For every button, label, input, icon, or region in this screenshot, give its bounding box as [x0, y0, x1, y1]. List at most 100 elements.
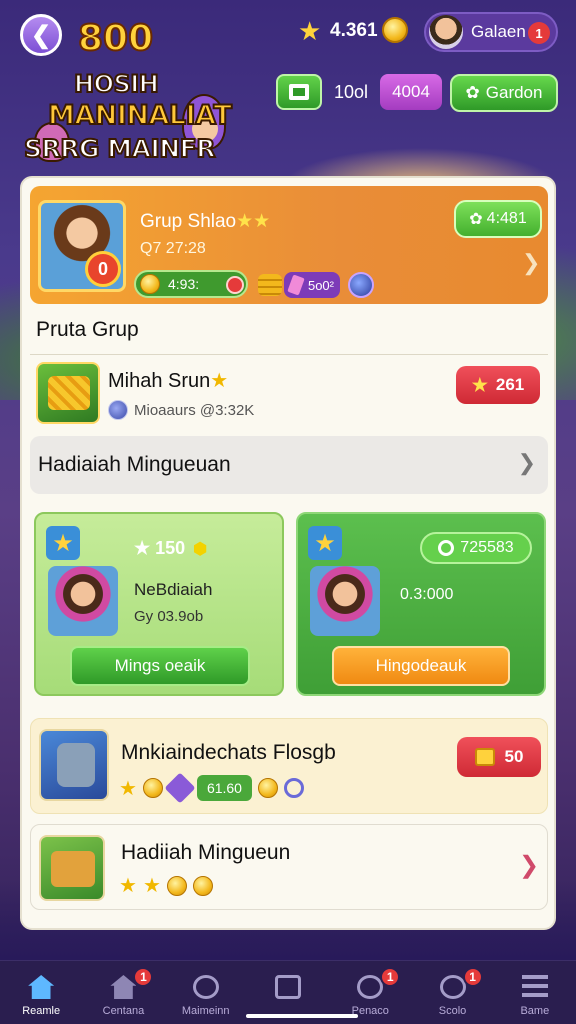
home-indicator[interactable]	[246, 1014, 358, 1018]
item-buy-button[interactable]: 50	[457, 737, 541, 777]
profile-name: Galaen	[471, 22, 526, 41]
chest-icon	[474, 748, 495, 766]
nav-item-bame[interactable]: Bame	[494, 961, 576, 1024]
main-panel: 0 Grup Shlao★★ Q7 27:28 4:93: 5o0² ✿ 4:4…	[20, 176, 556, 930]
garden-button[interactable]: ✿ Gardon	[450, 74, 558, 112]
divider	[30, 354, 548, 355]
chest-icon	[289, 84, 309, 100]
claim-button[interactable]: Hingodeauk	[332, 646, 510, 686]
star-icon: ★	[210, 370, 229, 392]
group-thumbnail: 0	[38, 200, 126, 292]
item-name: Hadiiah Mingueun	[121, 841, 291, 864]
character-thumbnail	[48, 566, 118, 636]
nav-item-maimeinn[interactable]: Maimeinn	[165, 961, 247, 1024]
list-item[interactable]: Hadiiah Mingueun ★ ★ ❯	[30, 824, 548, 910]
nav-label: Bame	[520, 1005, 550, 1017]
back-button[interactable]: ❮	[20, 14, 62, 56]
potion-pill-value: 5o0²	[307, 277, 334, 293]
weekly-rewards-row[interactable]: Hadiaiah Mingueuan ❯	[30, 436, 548, 494]
reward-button[interactable]: ✿ 4:481	[454, 200, 542, 238]
menu-icon	[521, 975, 548, 999]
group-subtitle: Mioaaurs @3:32K	[108, 400, 254, 420]
search-icon	[439, 975, 466, 999]
featured-title-text: Grup Shlao	[140, 211, 237, 232]
item-thumbnail	[39, 835, 105, 901]
coin-icon: 0	[85, 251, 121, 287]
nav-label: Centana	[102, 1005, 145, 1017]
item-buy-value: 50	[504, 747, 524, 766]
clock-icon	[192, 975, 219, 999]
item-pill: 61.60	[196, 775, 252, 801]
card-subtitle: Gy 03.9ob	[134, 608, 204, 625]
coin-icon[interactable]	[382, 17, 408, 43]
star-icon: ★	[142, 875, 161, 897]
avatar	[429, 15, 463, 49]
group-row[interactable]: Mihah Srun★ Mioaaurs @3:32K ★ 261	[30, 358, 548, 430]
reward-value: 4:481	[486, 210, 527, 227]
nav-label: Reamle	[22, 1005, 61, 1017]
nav-label: Maimeinn	[181, 1005, 230, 1017]
list-item[interactable]: Mnkiaindechats Flosgb ★ 61.60 50	[30, 718, 548, 814]
item-rewards: ★ 61.60	[119, 772, 304, 804]
group-star-button[interactable]: ★ 261	[456, 366, 540, 404]
star-icon: ★	[119, 777, 137, 800]
featured-timer: Q7 27:28	[140, 240, 206, 257]
coin-ring-icon	[438, 540, 455, 556]
coin-stack-icon	[258, 274, 282, 296]
claim-button[interactable]: Mings oeaik	[70, 646, 250, 686]
chevron-right-icon: ❯	[519, 852, 540, 879]
chevron-right-icon[interactable]: ❯	[522, 250, 540, 276]
ring-icon	[283, 778, 304, 798]
potion-pill: 5o0²	[284, 272, 340, 298]
chevron-right-icon: ❯	[517, 450, 536, 475]
chevron-left-icon: ❮	[30, 21, 52, 49]
notification-badge: 1	[528, 22, 550, 44]
star-icon: ★	[471, 374, 488, 395]
item-name: Mnkiaindechats Flosgb	[121, 741, 336, 764]
home-icon	[28, 975, 55, 999]
card-points: ★ 150 ⬢	[134, 538, 207, 559]
top-counter: 10ol	[334, 82, 369, 102]
group-thumbnail	[36, 362, 100, 424]
section-title: Pruta Grup	[36, 318, 139, 341]
stars-icon: ★★	[236, 211, 271, 232]
logo-line-3: SRRG MAINFR	[23, 133, 217, 164]
star-count: 4.361	[330, 20, 378, 41]
nav-item-scolo[interactable]: 1 Scolo	[411, 961, 493, 1024]
profile-button[interactable]: Galaen 1	[424, 12, 558, 52]
chest-button[interactable]	[276, 74, 322, 110]
nav-label: Scolo	[438, 1005, 467, 1017]
notification-badge: 1	[380, 967, 401, 987]
nav-item-centana[interactable]: 1 Centana	[82, 961, 164, 1024]
featured-group-card[interactable]: 0 Grup Shlao★★ Q7 27:28 4:93: 5o0² ✿ 4:4…	[30, 186, 548, 304]
gem-icon: ⬢	[193, 541, 208, 558]
card-value: 0.3:000	[400, 586, 454, 603]
currency-button[interactable]: 4004	[380, 74, 442, 110]
item-thumbnail	[39, 729, 109, 801]
coin-icon	[142, 778, 163, 798]
score-display: 800	[77, 17, 154, 60]
group-name-text: Mihah Srun	[108, 370, 211, 392]
star-icon: ★	[46, 526, 80, 560]
weekly-rewards-label: Hadiaiah Mingueuan	[38, 453, 231, 476]
notification-badge: 1	[462, 967, 483, 987]
notification-badge: 1	[133, 967, 154, 987]
card-pill-value: 725583	[460, 539, 514, 556]
card-pill: 725583	[420, 532, 532, 564]
featured-title: Grup Shlao★★	[140, 210, 270, 233]
coin-icon	[192, 875, 213, 896]
bag-icon	[274, 975, 301, 999]
globe-icon	[348, 272, 374, 298]
card-points-value: ★ 150	[134, 538, 186, 558]
coin-icon	[257, 778, 278, 798]
alert-icon	[226, 276, 244, 294]
group-star-value: 261	[495, 375, 525, 394]
nav-item-home[interactable]: Reamle	[0, 961, 82, 1024]
clover-icon: ✿	[465, 83, 480, 102]
group-name: Mihah Srun★	[108, 368, 228, 393]
coin-icon	[166, 875, 187, 896]
logo-line-1: HOSIH	[73, 69, 160, 99]
crystal-icon	[164, 772, 196, 804]
character-thumbnail	[310, 566, 380, 636]
star-icon: ★	[308, 526, 342, 560]
